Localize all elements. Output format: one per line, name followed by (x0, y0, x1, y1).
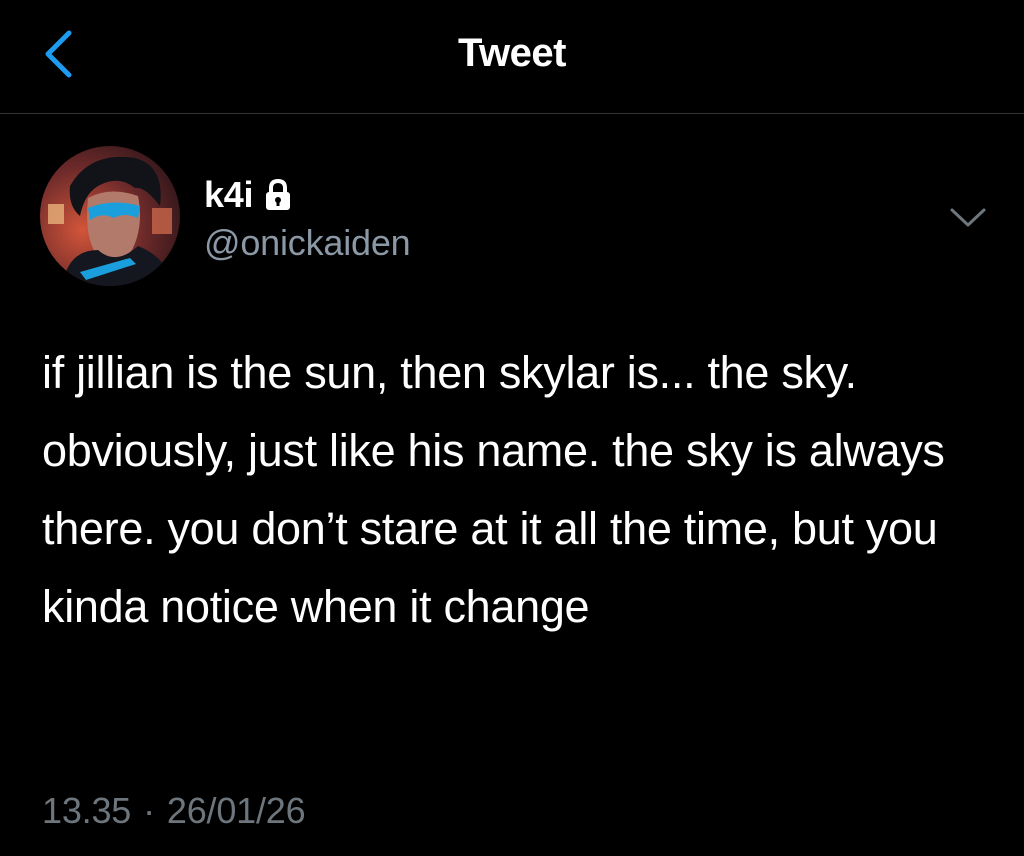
tweet-timestamp: 13.35 · 26/01/26 (42, 790, 306, 832)
avatar[interactable] (40, 146, 180, 286)
page-title: Tweet (458, 31, 566, 75)
meta-separator: · (143, 790, 155, 831)
tweet-date: 26/01/26 (166, 790, 306, 831)
tweet-time: 13.35 (42, 790, 132, 831)
tweet-author-header: k4i @onickaiden (40, 146, 990, 286)
author-handle[interactable]: @onickaiden (204, 222, 411, 264)
more-options-button[interactable] (946, 198, 990, 238)
navigation-bar: Tweet (0, 0, 1024, 114)
display-name[interactable]: k4i (204, 174, 253, 216)
lock-icon (263, 178, 293, 212)
tweet-text: if jillian is the sun, then skylar is...… (42, 347, 957, 632)
author-name-row: k4i (204, 174, 293, 216)
chevron-down-icon (950, 208, 986, 227)
avatar-image (40, 146, 180, 286)
